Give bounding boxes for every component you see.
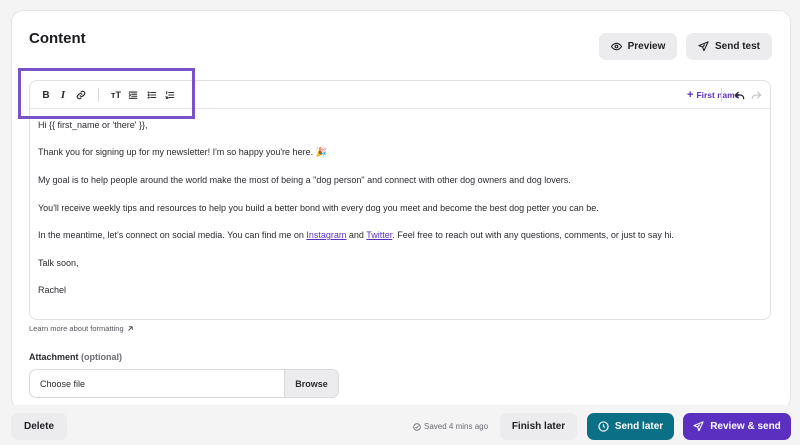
email-body-editor[interactable]: B I тT + First name Hi {{ first_name or … bbox=[29, 80, 771, 320]
preview-label: Preview bbox=[627, 41, 666, 52]
send-icon bbox=[693, 421, 704, 432]
check-circle-icon bbox=[413, 422, 421, 431]
instagram-link[interactable]: Instagram bbox=[306, 230, 346, 240]
signoff-line: Talk soon, bbox=[38, 258, 79, 268]
link-icon[interactable] bbox=[74, 87, 88, 103]
text-size-icon[interactable]: тT bbox=[109, 87, 123, 103]
preview-button[interactable]: Preview bbox=[599, 33, 677, 60]
redo-icon[interactable] bbox=[749, 87, 763, 103]
send-test-label: Send test bbox=[714, 41, 760, 52]
twitter-link[interactable]: Twitter bbox=[366, 230, 392, 240]
bullet-list-icon[interactable] bbox=[145, 87, 159, 103]
indent-list-icon[interactable] bbox=[126, 87, 140, 103]
finish-later-button[interactable]: Finish later bbox=[500, 413, 577, 440]
toolbar-divider bbox=[721, 88, 722, 102]
paragraph-social: In the meantime, let's connect on social… bbox=[38, 230, 674, 240]
learn-formatting-link[interactable]: Learn more about formatting bbox=[29, 324, 134, 333]
paragraph: My goal is to help people around the wor… bbox=[38, 175, 571, 185]
send-later-button[interactable]: Send later bbox=[587, 413, 674, 440]
greeting-line: Hi {{ first_name or 'there' }}, bbox=[38, 120, 148, 130]
attachment-file-input[interactable]: Choose file Browse bbox=[29, 369, 339, 398]
undo-icon[interactable] bbox=[732, 87, 746, 103]
footer-bar bbox=[0, 405, 800, 445]
saved-status: Saved 4 mins ago bbox=[413, 422, 488, 431]
send-test-button[interactable]: Send test bbox=[686, 33, 772, 60]
signature-line: Rachel bbox=[38, 285, 67, 295]
numbered-list-icon[interactable] bbox=[163, 87, 177, 103]
italic-icon[interactable]: I bbox=[56, 87, 70, 103]
paragraph: You'll receive weekly tips and resources… bbox=[38, 203, 599, 213]
file-placeholder: Choose file bbox=[40, 379, 86, 389]
plus-icon: + bbox=[687, 89, 694, 101]
attachment-label: Attachment (optional) bbox=[29, 352, 123, 362]
delete-button[interactable]: Delete bbox=[11, 413, 67, 440]
formatting-toolbar: B I тT + First name bbox=[30, 81, 770, 109]
browse-button[interactable]: Browse bbox=[284, 370, 338, 397]
toolbar-divider bbox=[98, 88, 99, 102]
section-title: Content bbox=[29, 30, 86, 47]
clock-icon bbox=[598, 421, 609, 432]
eye-icon bbox=[610, 41, 622, 52]
arrow-up-right-icon bbox=[127, 325, 134, 332]
send-icon bbox=[698, 41, 709, 52]
bold-icon[interactable]: B bbox=[39, 87, 53, 103]
review-send-button[interactable]: Review & send bbox=[683, 413, 791, 440]
paragraph: Thank you for signing up for my newslett… bbox=[38, 147, 327, 157]
